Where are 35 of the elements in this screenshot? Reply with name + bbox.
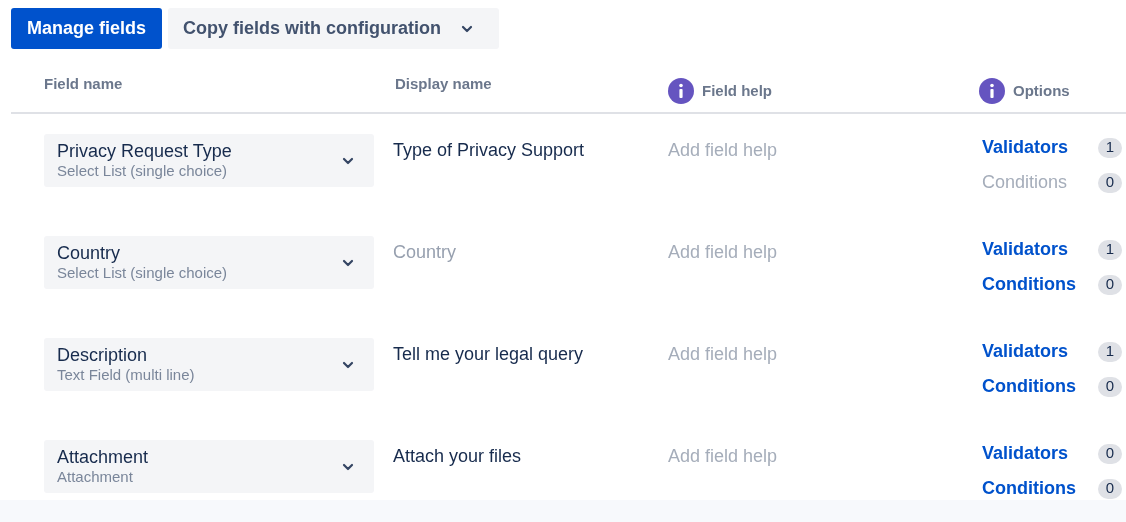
info-icon[interactable]: [979, 78, 1005, 104]
count-badge: 1: [1098, 239, 1122, 260]
chevron-down-icon: [461, 24, 474, 33]
field-select[interactable]: Privacy Request Type Select List (single choice): [44, 134, 374, 187]
field-select[interactable]: Attachment Attachment: [44, 440, 374, 493]
copy-fields-dropdown[interactable]: Copy fields with configuration: [168, 8, 500, 49]
option-link[interactable]: Conditions: [982, 373, 1076, 400]
info-icon[interactable]: [668, 78, 694, 104]
count-badge: 0: [1098, 443, 1122, 464]
chevron-down-icon: [342, 462, 354, 471]
option-link[interactable]: Validators: [982, 134, 1069, 161]
field-select[interactable]: Country Select List (single choice): [44, 236, 374, 289]
chevron-down-icon: [342, 258, 354, 267]
column-header: Field help: [702, 80, 772, 101]
field-select[interactable]: Description Text Field (multi line): [44, 338, 374, 391]
option-link[interactable]: Conditions: [982, 475, 1076, 502]
count-badge: 0: [1098, 376, 1122, 397]
column-header: Field name: [44, 74, 123, 94]
count-badge: 0: [1098, 172, 1122, 193]
display-name[interactable]: Attach your files: [393, 443, 668, 470]
display-name[interactable]: Type of Privacy Support: [393, 137, 668, 164]
count-badge: 0: [1098, 478, 1122, 499]
option-link[interactable]: Validators: [982, 338, 1069, 365]
count-badge: 0: [1098, 274, 1122, 295]
column-header: Options: [1013, 80, 1070, 101]
option-link[interactable]: Validators: [982, 440, 1069, 467]
option-link[interactable]: Conditions: [982, 271, 1076, 298]
manage-fields-button[interactable]: Manage fields: [11, 8, 163, 49]
display-name[interactable]: Tell me your legal query: [393, 341, 668, 368]
chevron-down-icon: [342, 360, 354, 369]
count-badge: 1: [1098, 341, 1122, 362]
option-link[interactable]: Validators: [982, 236, 1069, 263]
column-header: Display name: [395, 74, 492, 94]
chevron-down-icon: [342, 156, 354, 165]
count-badge: 1: [1098, 137, 1122, 158]
